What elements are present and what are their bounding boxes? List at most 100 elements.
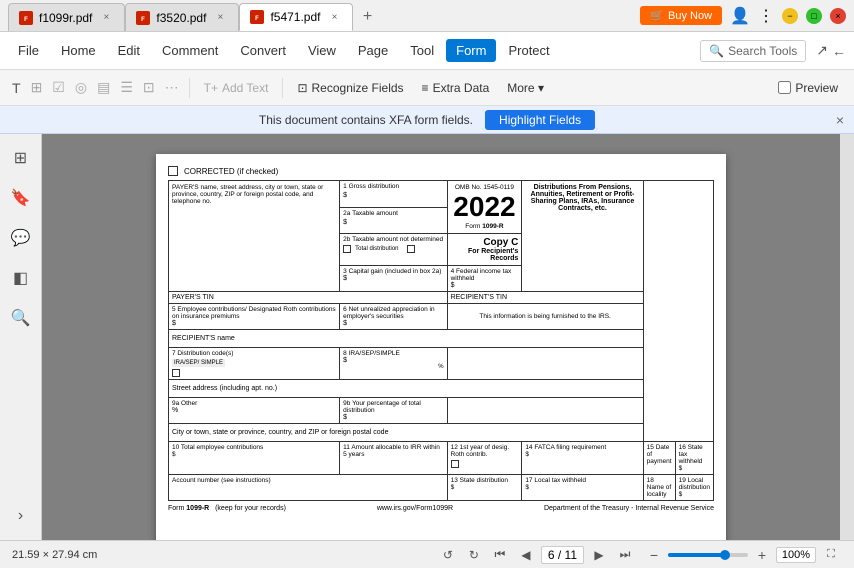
buy-now-label: Buy Now (668, 10, 712, 22)
share-icon[interactable]: ↗ (816, 42, 828, 59)
nav-first-button[interactable]: ⏮ (489, 544, 511, 566)
search-tools[interactable]: 🔍 Search Tools (700, 40, 806, 62)
treasury-label: Department of the Treasury - Internal Re… (544, 505, 714, 512)
preview-button[interactable]: Preview (770, 78, 846, 98)
more-button[interactable]: More ▾ (499, 78, 552, 98)
zoom-slider[interactable] (668, 553, 748, 557)
zoom-slider-fill (668, 553, 723, 557)
menu-comment[interactable]: Comment (152, 39, 228, 62)
omb-label: OMB No. 1545-0119 (451, 184, 519, 191)
recognize-fields-button[interactable]: ⊡ Recognize Fields (289, 78, 411, 98)
menu-view[interactable]: View (298, 39, 346, 62)
recipient-tin-cell: RECIPIENT'S TIN (447, 292, 643, 304)
city-cell: City or town, state or province, country… (169, 424, 644, 442)
rotate-cw-button[interactable]: ↻ (463, 544, 485, 566)
comment-icon: 💬 (11, 228, 31, 248)
tab-icon-2: F (136, 11, 150, 25)
box2a-cell: 2a Taxable amount $ (340, 207, 447, 234)
toolbar-icon-5[interactable]: ▤ (93, 77, 114, 98)
layers-panel-button[interactable]: ◧ (5, 262, 37, 294)
box2b-checkbox[interactable] (343, 245, 351, 253)
toolbar-icon-1[interactable]: T (8, 78, 25, 98)
form-number-footer: 1099-R (186, 505, 209, 512)
highlight-fields-button[interactable]: Highlight Fields (485, 110, 595, 130)
zoom-slider-thumb[interactable] (720, 550, 730, 560)
menu-page[interactable]: Page (348, 39, 398, 62)
payer-name-label: PAYER'S name, street address, city or to… (172, 184, 323, 205)
toolbar-icon-6[interactable]: ☰ (116, 77, 137, 98)
comment-panel-button[interactable]: 💬 (5, 222, 37, 254)
corrected-checkbox[interactable] (168, 166, 178, 176)
add-text-button[interactable]: T+ Add Text (196, 78, 277, 98)
menu-edit[interactable]: Edit (108, 39, 150, 62)
zoom-level-display[interactable]: 100% (776, 547, 816, 563)
tab-f5471[interactable]: F f5471.pdf × (239, 3, 353, 31)
fit-page-button[interactable]: ⛶ (820, 544, 842, 566)
toolbar-sep-2 (282, 78, 283, 98)
menu-home[interactable]: Home (51, 39, 106, 62)
nav-last-button[interactable]: ⏭ (614, 544, 636, 566)
copy-sub-label: For Recipient's Records (451, 248, 519, 262)
tab-f1099r[interactable]: F f1099r.pdf × (8, 3, 125, 31)
back-icon[interactable]: ← (832, 43, 846, 59)
tab-close-1[interactable]: × (98, 10, 114, 26)
menu-convert[interactable]: Convert (230, 39, 296, 62)
tab-close-2[interactable]: × (212, 10, 228, 26)
toolbar-icon-7[interactable]: ⊡ (139, 77, 159, 98)
toolbar-icon-3[interactable]: ☑ (48, 77, 69, 98)
collapse-panel-button[interactable]: › (5, 500, 37, 532)
preview-checkbox[interactable] (778, 81, 791, 94)
search-panel-button[interactable]: 🔍 (5, 302, 37, 334)
xfa-close-button[interactable]: × (836, 112, 844, 128)
menu-file[interactable]: File (8, 39, 49, 62)
copy-note-text: This information is being furnished to t… (479, 313, 611, 320)
form-name-cell: Form 1099-R (451, 223, 519, 230)
ira-checkbox[interactable] (172, 369, 180, 377)
right-scrollbar[interactable] (840, 134, 854, 540)
box12-cell: 12 1st year of desig. Roth contrib. (447, 442, 522, 475)
recipient-name-label: RECIPIENT'S name (172, 335, 235, 342)
table-row: City or town, state or province, country… (169, 424, 714, 442)
maximize-button[interactable]: □ (806, 8, 822, 24)
zoom-in-button[interactable]: + (752, 545, 772, 565)
box4-cell: 4 Federal income tax withheld $ (447, 266, 522, 292)
page-size-label: 21.59 × 27.94 cm (12, 549, 429, 561)
document-area[interactable]: CORRECTED (if checked) PAYER'S name, str… (42, 134, 840, 540)
fatca-checkbox[interactable] (451, 460, 459, 468)
bookmark-panel-button[interactable]: 🔖 (5, 182, 37, 214)
page-indicator[interactable]: 6 / 11 (541, 546, 584, 564)
chevron-right-icon: › (18, 507, 23, 525)
close-button[interactable]: × (830, 8, 846, 24)
preview-label: Preview (795, 81, 838, 95)
pdf-page: CORRECTED (if checked) PAYER'S name, str… (156, 154, 726, 540)
box9b-label: 9b Your percentage of total distribution (343, 400, 443, 414)
layers-icon: ◧ (13, 268, 28, 288)
add-text-label: Add Text (222, 81, 268, 95)
tab-close-3[interactable]: × (326, 9, 342, 25)
toolbar-icon-4[interactable]: ◎ (71, 77, 91, 98)
box8-label: 8 IRA/SEP/SIMPLE (343, 350, 443, 357)
menu-tool[interactable]: Tool (400, 39, 444, 62)
zoom-out-button[interactable]: − (644, 545, 664, 565)
menu-dots-icon[interactable]: ⋮ (758, 6, 774, 26)
box18-cell: 18 Name of locality (643, 475, 675, 501)
total-dist-checkbox[interactable] (407, 245, 415, 253)
nav-next-button[interactable]: ▶ (588, 544, 610, 566)
toolbar-icon-8[interactable]: ⋯ (161, 77, 183, 98)
extra-data-button[interactable]: ≡ Extra Data (414, 78, 498, 98)
toolbar-icon-2[interactable]: ⊞ (27, 77, 47, 98)
nav-prev-button[interactable]: ◀ (515, 544, 537, 566)
menu-form[interactable]: Form (446, 39, 496, 62)
thumbnail-panel-button[interactable]: ⊞ (5, 142, 37, 174)
user-icon[interactable]: 👤 (730, 6, 750, 26)
minimize-button[interactable]: − (782, 8, 798, 24)
add-tab-button[interactable]: + (353, 3, 381, 31)
empty-cell-2 (447, 398, 643, 424)
rotate-ccw-button[interactable]: ↺ (437, 544, 459, 566)
menu-protect[interactable]: Protect (498, 39, 559, 62)
buy-now-button[interactable]: 🛒 Buy Now (640, 6, 722, 25)
tab-f3520[interactable]: F f3520.pdf × (125, 3, 239, 31)
box7-cell: 7 Distribution code(s) IRA/SEP/ SIMPLE (169, 348, 340, 380)
toolbar: T ⊞ ☑ ◎ ▤ ☰ ⊡ ⋯ T+ Add Text ⊡ Recognize … (0, 70, 854, 106)
box19-cell: 19 Local distribution $ (675, 475, 713, 501)
